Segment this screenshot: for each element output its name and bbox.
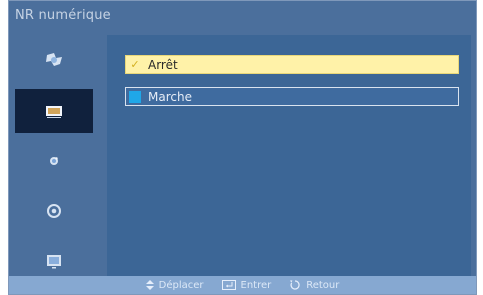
setup-icon	[44, 202, 64, 220]
enter-label: Entrer	[240, 279, 272, 291]
option-square-icon	[126, 88, 144, 105]
options-panel: ✓ Arrêt Marche	[107, 35, 471, 280]
sidebar	[9, 35, 99, 280]
move-hint: Déplacer	[145, 279, 204, 291]
sidebar-item-sound[interactable]	[15, 139, 93, 183]
footer-hints: Déplacer Entrer Retour	[9, 276, 476, 294]
enter-icon	[221, 280, 236, 290]
option-label: Marche	[148, 89, 192, 104]
picture-icon	[44, 52, 64, 70]
return-label: Retour	[306, 279, 340, 291]
checkmark-icon: ✓	[130, 58, 140, 71]
return-hint: Retour	[289, 279, 339, 291]
input-icon	[44, 252, 64, 270]
sound-icon	[44, 152, 64, 170]
menu-title: NR numérique	[15, 8, 111, 23]
osd-menu: NR numérique ✓ Arrêt Marche Déplacer Ent…	[8, 0, 477, 295]
option-marche[interactable]: Marche	[125, 87, 459, 106]
sidebar-item-setup[interactable]	[15, 189, 93, 233]
monitor-icon	[44, 102, 64, 120]
option-arret[interactable]: ✓ Arrêt	[125, 55, 459, 74]
sidebar-item-picture[interactable]	[15, 39, 93, 83]
updown-icon	[145, 280, 154, 290]
enter-hint: Entrer	[221, 279, 272, 291]
return-icon	[289, 279, 301, 291]
option-label: Arrêt	[148, 57, 178, 72]
move-label: Déplacer	[158, 279, 204, 291]
sidebar-item-monitor[interactable]	[15, 89, 93, 133]
